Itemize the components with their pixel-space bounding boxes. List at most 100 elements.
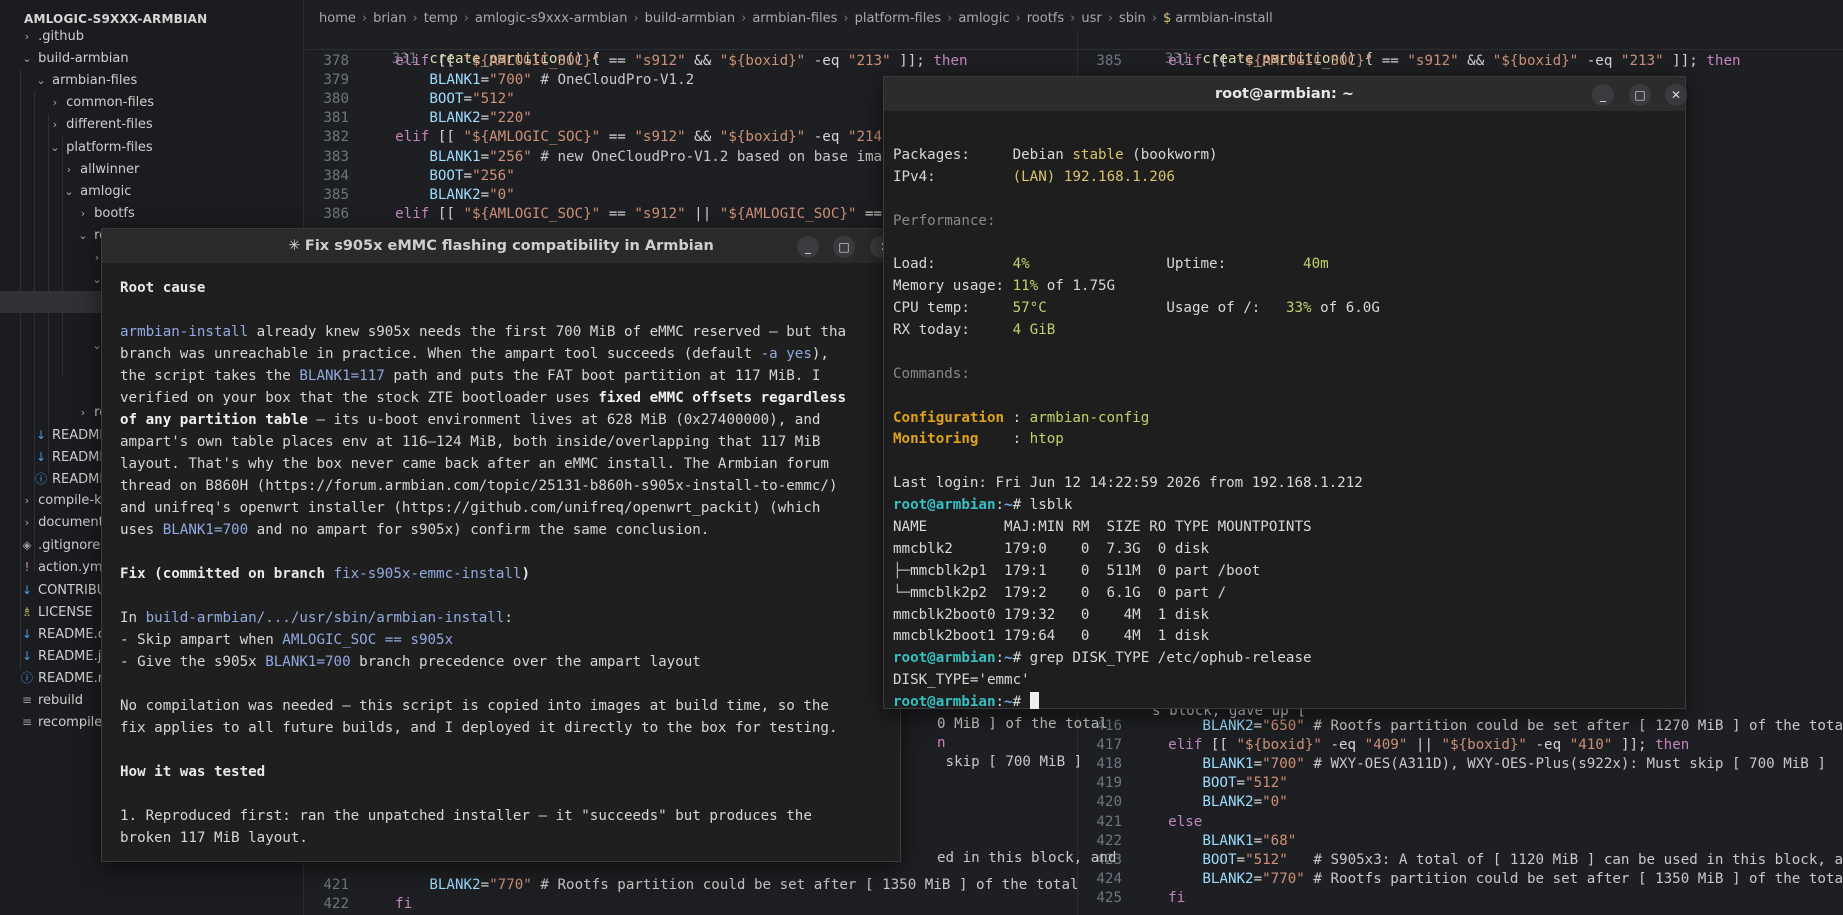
tree-item-label: README.ja — [38, 648, 110, 664]
chevron-down-icon: ⌄ — [64, 184, 74, 198]
inline-code: fix-s905x-emmc-install — [333, 566, 522, 582]
minimize-icon: _ — [1600, 88, 1606, 102]
line-number: 385 — [323, 186, 349, 203]
yaml-icon: ! — [24, 560, 30, 575]
terminal-line: RX today: 4 GiB — [893, 322, 1056, 339]
code-line: 421 else — [1078, 813, 1202, 832]
line-number: 417 — [1096, 737, 1122, 754]
close-button[interactable]: ✕ — [1665, 84, 1687, 106]
chevron-right-icon: › — [633, 11, 639, 26]
terminal-line: Performance: — [893, 212, 996, 229]
markdown-icon: ↓ — [21, 626, 33, 641]
line-number: 421 — [323, 877, 349, 893]
breadcrumb-item[interactable]: rootfs — [1027, 11, 1064, 26]
folder-item[interactable]: › different-files — [0, 114, 303, 136]
conversation-line: verified on your box that the stock ZTE … — [120, 390, 847, 406]
chevron-right-icon: › — [843, 11, 849, 26]
breadcrumb-item[interactable]: armbian-files — [752, 11, 837, 26]
chevron-right-icon: › — [463, 11, 469, 26]
terminal-line: root@armbian:~# — [893, 692, 1683, 714]
chevron-right-icon: › — [66, 162, 72, 176]
breadcrumb-item[interactable]: amlogic-s9xxx-armbian — [475, 11, 628, 26]
sticky-scroll-header[interactable]: 331 create_partition() { — [305, 30, 1077, 67]
code-line: 418 BLANK1="700" # WXY-OES(A311D), WXY-O… — [1078, 755, 1826, 774]
tree-item-label: recompile — [38, 715, 103, 731]
info-icon: ⓘ — [34, 472, 47, 486]
terminal-line: ├─mmcblk2p1 179:1 0 511M 0 part /boot — [893, 562, 1261, 579]
breadcrumb-item[interactable]: usr — [1081, 11, 1101, 26]
license-icon: ♗ — [21, 604, 33, 619]
conversation-window[interactable]: ✳ Fix s905x eMMC flashing compatibility … — [101, 228, 901, 862]
code-line: 385 elif [[ "${AMLOGIC_SOC}" == "s912" &… — [1078, 52, 1740, 71]
folder-item[interactable]: ⌄ platform-files — [0, 137, 303, 159]
sticky-scroll-header[interactable]: 331 create_partition() { — [1078, 30, 1843, 67]
breadcrumb-item[interactable]: temp — [424, 11, 458, 26]
markdown-icon: ↓ — [21, 582, 33, 597]
conversation-line: - Give the s905x BLANK1=700 branch prece… — [120, 654, 701, 670]
line-number: 422 — [323, 896, 349, 912]
maximize-icon: □ — [1634, 88, 1646, 102]
folder-item[interactable]: › bootfs — [0, 203, 303, 225]
tree-item-label: amlogic — [80, 183, 132, 199]
conversation-title-bar[interactable]: ✳ Fix s905x eMMC flashing compatibility … — [102, 229, 900, 263]
conversation-line: fix applies to all future builds, and I … — [120, 720, 838, 736]
folder-item[interactable]: ⌄ amlogic — [0, 181, 303, 203]
code-line: 385 BLANK2="0" — [305, 186, 514, 205]
folder-item[interactable]: ⌄ armbian-files — [0, 70, 303, 92]
conversation-line: armbian-install already knew s905x needs… — [120, 324, 847, 340]
conversation-line: Root cause — [120, 280, 206, 296]
terminal-cursor — [1029, 692, 1039, 710]
breadcrumb-item[interactable]: brian — [373, 11, 406, 26]
conversation-line: ampart's own table places env at 116–124… — [120, 434, 821, 450]
code-line: 424 BLANK2="770" # Rootfs partition coul… — [1078, 870, 1843, 889]
folder-item[interactable]: ⌄ build-armbian — [0, 48, 303, 70]
chevron-right-icon: › — [1151, 11, 1158, 26]
folder-item[interactable]: › allwinner — [0, 159, 303, 181]
tree-item-label: .github — [38, 29, 84, 44]
chevron-down-icon: ⌄ — [36, 74, 46, 88]
inline-code: AMLOGIC_SOC == s905x — [282, 632, 454, 648]
terminal-line: Monitoring : htop — [893, 431, 1064, 448]
terminal-line: Packages: Debian stable (bookworm) — [893, 146, 1218, 163]
conversation-line: uses BLANK1=700 and no ampart for s905x)… — [120, 522, 710, 538]
conversation-line: No compilation was needed — this script … — [120, 698, 829, 714]
code-line: 417 elif [[ "${boxid}" -eq "409" || "${b… — [1078, 736, 1689, 755]
inline-code: BLANK1=117 — [299, 368, 385, 384]
chevron-right-icon: › — [80, 405, 86, 419]
line-number: 425 — [1096, 889, 1122, 906]
line-number: 381 — [323, 110, 349, 127]
conversation-line — [120, 673, 900, 695]
tree-item-label: documents — [38, 515, 111, 531]
breadcrumb-item[interactable]: build-armbian — [645, 11, 735, 26]
folder-item[interactable]: › .github — [0, 26, 303, 48]
terminal-line: └─mmcblk2p2 179:2 0 6.1G 0 part / — [893, 584, 1227, 601]
breadcrumb-item[interactable]: home — [319, 11, 356, 26]
breadcrumb-item[interactable]: platform-files — [855, 11, 942, 26]
terminal-title-bar[interactable]: root@armbian: ~ — [884, 77, 1685, 111]
terminal-output[interactable]: Packages: Debian stable (bookworm) IPv4: … — [893, 123, 1683, 714]
maximize-button[interactable]: □ — [833, 236, 855, 258]
code-line: 378 elif [[ "${AMLOGIC_SOC}" == "s912" &… — [305, 52, 967, 71]
breadcrumb-file[interactable]: armbian-install — [1175, 11, 1272, 26]
terminal-window[interactable]: root@armbian: ~ _ □ ✕ Packages: Debian s… — [883, 76, 1687, 710]
code-line: 416 BLANK2="650" # Rootfs partition coul… — [1078, 717, 1843, 736]
minimize-button[interactable]: _ — [797, 236, 819, 258]
terminal-line: Configuration : armbian-config — [893, 409, 1150, 426]
tree-item-label: armbian-files — [52, 73, 138, 89]
maximize-button[interactable]: □ — [1629, 84, 1651, 106]
chevron-right-icon: › — [52, 118, 58, 132]
breadcrumb-item[interactable]: sbin — [1119, 11, 1146, 26]
code-fragment: n — [937, 735, 946, 751]
terminal-line: mmcblk2boot0 179:32 0 4M 1 disk — [893, 606, 1210, 623]
line-number: 418 — [1096, 756, 1122, 773]
git-icon: ◈ — [22, 538, 32, 553]
tree-item-label: common-files — [66, 95, 155, 111]
code-line: 422 fi — [305, 895, 412, 914]
folder-item[interactable]: › common-files — [0, 92, 303, 114]
markdown-icon: ↓ — [35, 427, 47, 442]
breadcrumb-item[interactable]: amlogic — [958, 11, 1009, 26]
minimize-button[interactable]: _ — [1592, 84, 1614, 106]
tree-item-label: CONTRIBU — [38, 582, 107, 598]
